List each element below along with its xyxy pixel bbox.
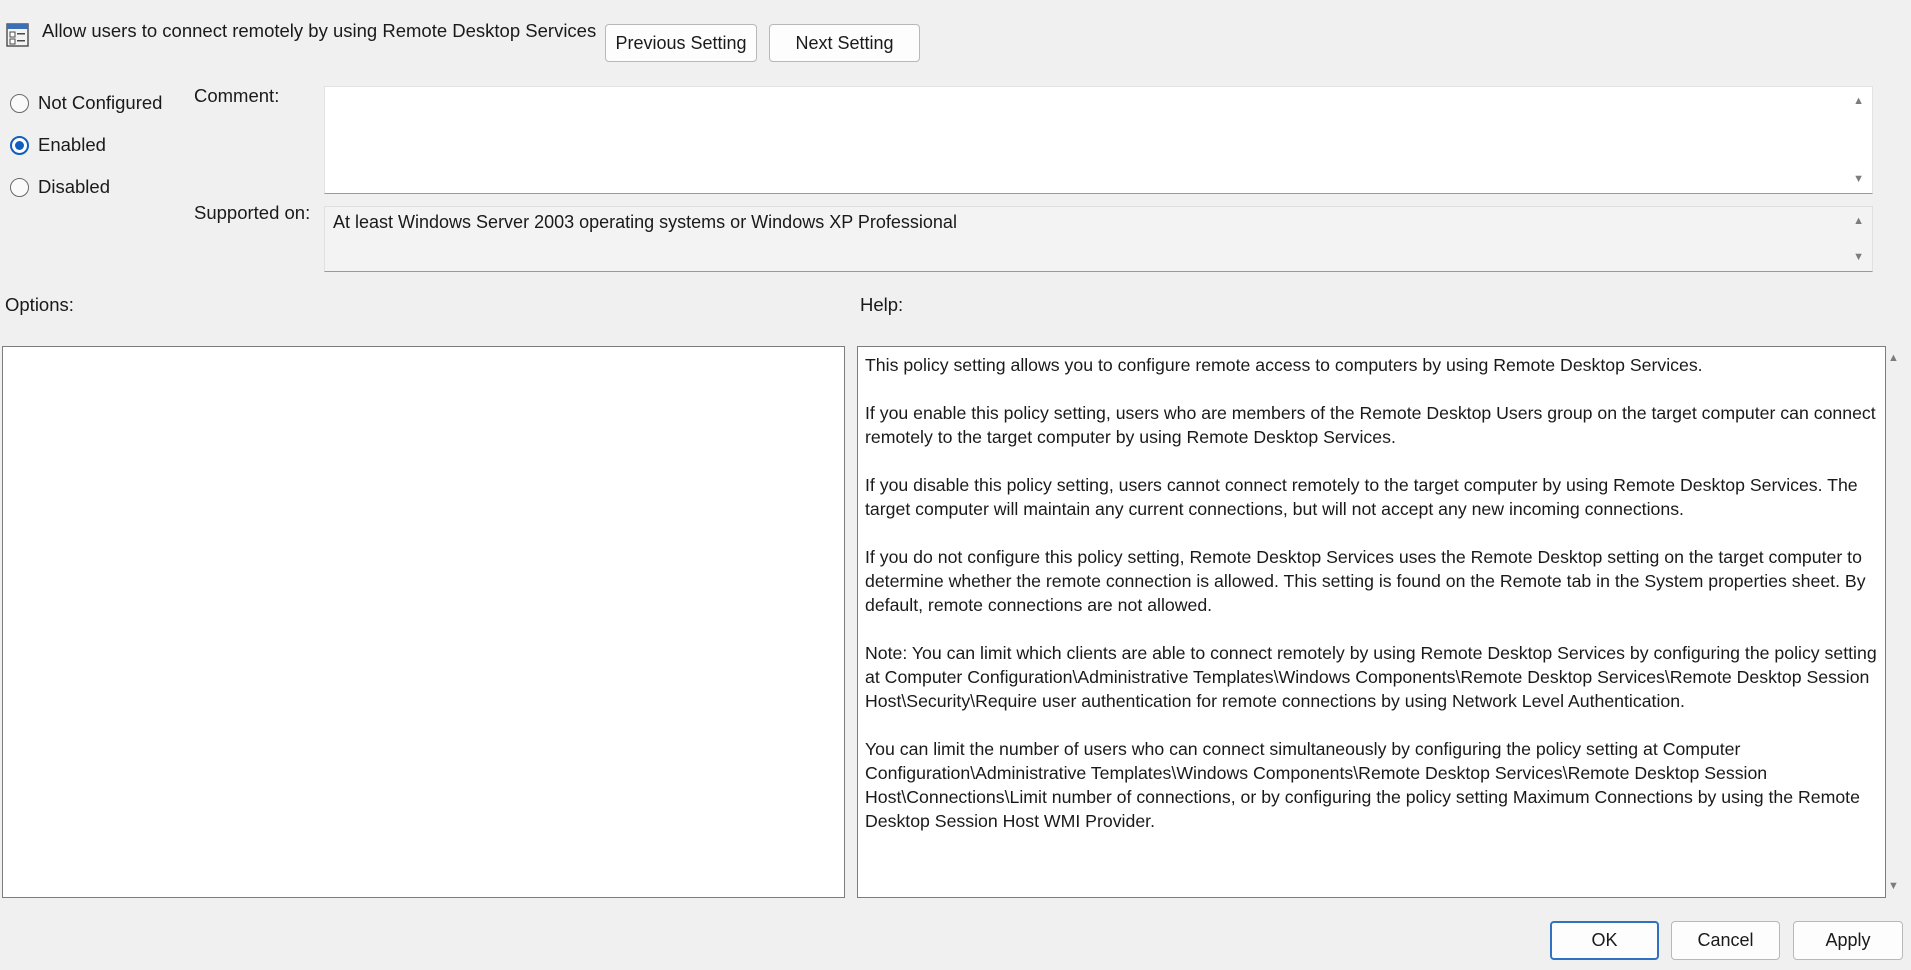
supported-on-value: At least Windows Server 2003 operating s… (333, 212, 957, 232)
cancel-button[interactable]: Cancel (1671, 921, 1780, 960)
radio-not-configured[interactable]: Not Configured (10, 92, 162, 114)
radio-enabled-circle[interactable] (10, 135, 29, 155)
ok-button[interactable]: OK (1550, 921, 1659, 960)
supported-scroll-down-icon[interactable]: ▼ (1853, 251, 1864, 263)
help-paragraph: If you disable this policy setting, user… (865, 475, 1858, 519)
policy-setting-icon (6, 22, 30, 48)
radio-not-configured-label: Not Configured (38, 92, 163, 113)
comment-field[interactable]: ▲ ▼ (324, 86, 1873, 194)
radio-disabled-label: Disabled (38, 176, 110, 197)
radio-enabled-label: Enabled (38, 134, 106, 155)
supported-scroll-up-icon[interactable]: ▲ (1853, 215, 1864, 227)
comment-label: Comment: (194, 85, 280, 106)
supported-on-label: Supported on: (194, 202, 311, 223)
help-paragraph: If you do not configure this policy sett… (865, 547, 1866, 615)
radio-disabled[interactable]: Disabled (10, 176, 110, 198)
policy-title: Allow users to connect remotely by using… (42, 20, 597, 41)
apply-button[interactable]: Apply (1793, 921, 1903, 960)
previous-setting-button[interactable]: Previous Setting (605, 24, 757, 62)
supported-on-field: At least Windows Server 2003 operating s… (324, 206, 1873, 272)
radio-disabled-circle[interactable] (10, 177, 29, 197)
next-setting-button[interactable]: Next Setting (769, 24, 920, 62)
help-label: Help: (860, 294, 904, 315)
help-paragraph: Note: You can limit which clients are ab… (865, 643, 1877, 711)
help-scroll-up-icon[interactable]: ▲ (1888, 352, 1899, 364)
comment-scroll-down-icon[interactable]: ▼ (1853, 173, 1864, 185)
help-paragraph: If you enable this policy setting, users… (865, 403, 1876, 447)
help-scroll-down-icon[interactable]: ▼ (1888, 880, 1899, 892)
radio-enabled[interactable]: Enabled (10, 134, 106, 156)
help-paragraph: This policy setting allows you to config… (865, 355, 1703, 375)
comment-scroll-up-icon[interactable]: ▲ (1853, 95, 1864, 107)
help-paragraph: You can limit the number of users who ca… (865, 739, 1860, 831)
radio-not-configured-circle[interactable] (10, 93, 29, 113)
options-label: Options: (5, 294, 74, 315)
options-panel (2, 346, 845, 898)
help-panel: This policy setting allows you to config… (857, 346, 1886, 898)
